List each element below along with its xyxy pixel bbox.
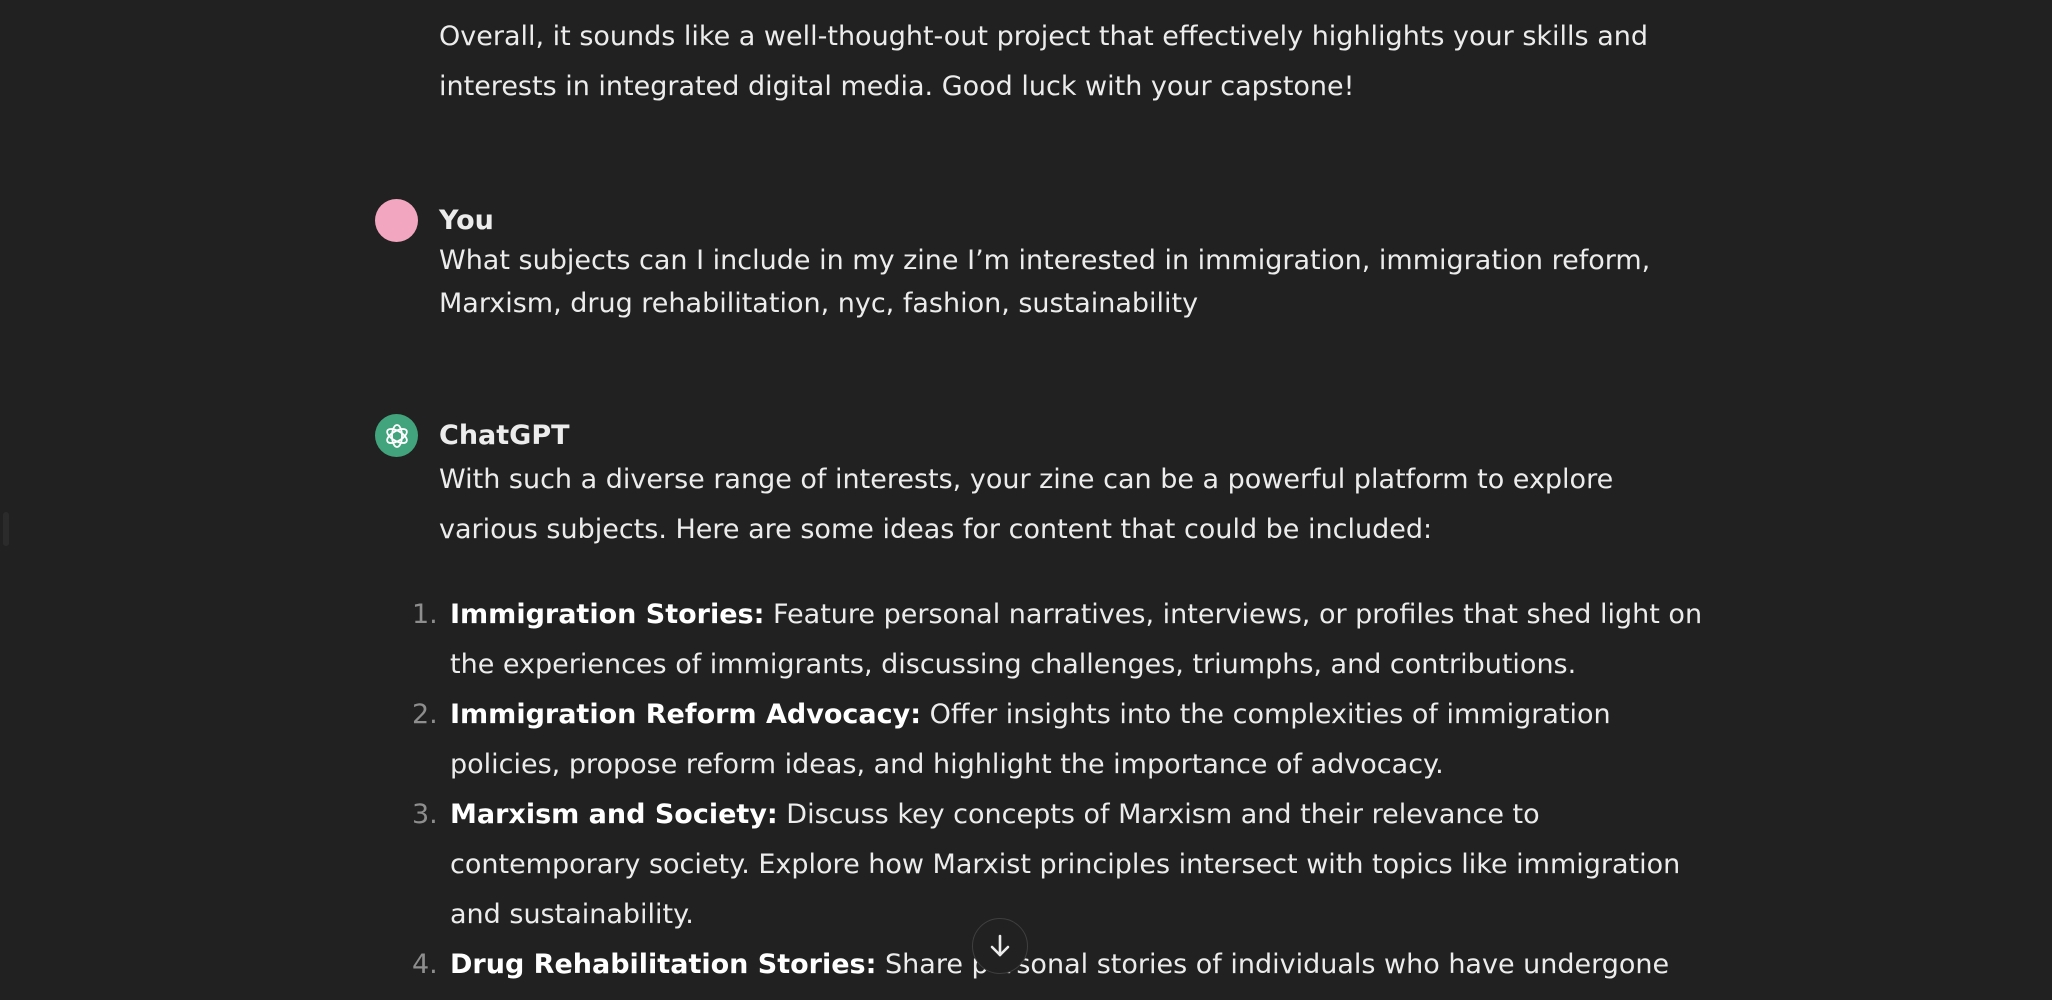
- assistant-author-name: ChatGPT: [439, 420, 570, 451]
- user-avatar: [375, 199, 418, 242]
- list-item-title: Immigration Reform Advocacy:: [450, 699, 922, 730]
- list-item-number: 1.: [412, 599, 438, 630]
- list-item-number: 2.: [412, 699, 438, 730]
- list-item: 3. Marxism and Society: Discuss key conc…: [412, 790, 1712, 940]
- list-item: 1. Immigration Stories: Feature personal…: [412, 590, 1712, 690]
- list-item-title: Drug Rehabilitation Stories:: [450, 949, 877, 980]
- sidebar-toggle-handle[interactable]: [3, 512, 9, 546]
- arrow-down-icon: [990, 934, 1010, 957]
- chat-page: Overall, it sounds like a well-thought-o…: [0, 0, 2052, 1000]
- previous-assistant-message: Overall, it sounds like a well-thought-o…: [439, 21, 1648, 102]
- list-item: 4. Drug Rehabilitation Stories: Share pe…: [412, 940, 1712, 1000]
- list-item-number: 4.: [412, 949, 438, 980]
- list-item-number: 3.: [412, 799, 438, 830]
- assistant-avatar: [375, 414, 418, 457]
- openai-logo-icon: [385, 423, 408, 448]
- scroll-to-bottom-button[interactable]: [972, 918, 1028, 974]
- content-ideas-list: 1. Immigration Stories: Feature personal…: [412, 590, 1712, 1000]
- user-message: What subjects can I include in my zine I…: [439, 245, 1651, 319]
- list-item: 2. Immigration Reform Advocacy: Offer in…: [412, 690, 1712, 790]
- list-item-title: Marxism and Society:: [450, 799, 778, 830]
- list-item-title: Immigration Stories:: [450, 599, 765, 630]
- user-author-name: You: [439, 205, 494, 236]
- assistant-intro: With such a diverse range of interests, …: [439, 464, 1614, 545]
